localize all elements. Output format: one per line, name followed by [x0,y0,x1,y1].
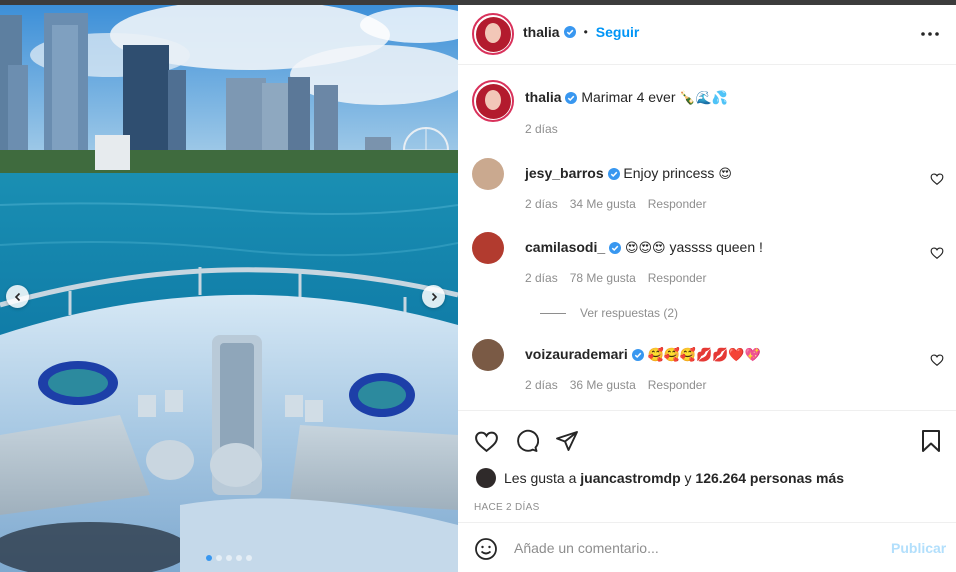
comment-likes[interactable]: 34 Me gusta [570,197,636,211]
comment-time[interactable]: 2 días [525,378,558,392]
likes-count-link[interactable]: 126.264 personas más [695,470,844,486]
like-heart-icon[interactable] [474,429,499,454]
caption-time[interactable]: 2 días [525,122,558,136]
like-comment-heart-icon[interactable] [930,353,944,367]
commenter-avatar[interactable] [472,339,504,371]
carousel-dot [246,555,252,561]
chevron-left-icon [14,292,20,301]
author-avatar[interactable] [472,13,514,55]
carousel-dot [216,555,222,561]
follow-button[interactable]: Seguir [596,24,640,40]
reply-button[interactable]: Responder [648,197,707,211]
verified-badge-icon [607,168,620,181]
comment-username[interactable]: jesy_barros [525,165,604,181]
comment-text: yassss queen ! [669,239,763,255]
comment-time[interactable]: 2 días [525,271,558,285]
save-bookmark-icon[interactable] [920,429,942,453]
carousel-dot [226,555,232,561]
carousel-prev-button[interactable] [6,285,29,308]
verified-badge-icon [563,26,576,38]
comments-list: thalia Marimar 4 ever 🍾🌊💦 2 días jesy_ba… [458,66,956,411]
carousel-indicator [0,555,458,561]
comment-emojis: 😍 [718,166,732,181]
comment-emojis: 😍😍😍 [624,240,666,255]
post-image[interactable] [0,5,458,572]
caption-text: Marimar 4 ever [581,89,676,105]
emoji-smiley-icon[interactable] [474,537,498,561]
share-paper-plane-icon[interactable] [555,429,579,453]
likes-summary: Les gusta a juancastromdp y 126.264 pers… [476,468,844,488]
caption-emojis: 🍾🌊💦 [679,90,728,105]
comment-text: Enjoy princess [623,165,715,181]
comment-likes[interactable]: 78 Me gusta [570,271,636,285]
comment-username[interactable]: voizaurademari [525,346,628,362]
publish-button[interactable]: Publicar [891,540,946,556]
comment-emojis: 🥰🥰🥰💋💋❤️💖 [647,347,761,362]
comment-username[interactable]: camilasodi_ [525,239,605,255]
like-comment-heart-icon[interactable] [930,246,944,260]
commenter-avatar[interactable] [472,158,504,190]
post-details-panel: thalia • Seguir thalia Marimar 4 ever 🍾🌊… [458,5,956,572]
liker-avatar[interactable] [476,468,496,488]
comment-time[interactable]: 2 días [525,197,558,211]
commenter-avatar[interactable] [472,232,504,264]
view-replies-label: Ver respuestas (2) [580,306,679,320]
comment-input[interactable] [514,537,884,559]
verified-badge-icon [609,242,622,255]
caption-avatar[interactable] [472,80,514,122]
comment-bubble-icon[interactable] [515,429,539,453]
comment-composer: Publicar [458,522,956,572]
verified-badge-icon [565,92,578,105]
more-options-icon[interactable] [920,27,940,41]
post-timestamp[interactable]: HACE 2 DÍAS [474,502,540,513]
post-header: thalia • Seguir [458,5,956,65]
header-separator: • [583,25,588,39]
comment-likes[interactable]: 36 Me gusta [570,378,636,392]
carousel-next-button[interactable] [422,285,445,308]
chevron-right-icon [431,292,437,301]
carousel-dot [236,555,242,561]
caption-username[interactable]: thalia [525,89,562,105]
likes-prefix: Les gusta a [504,470,577,486]
liker-username[interactable]: juancastromdp [580,470,680,486]
post-actions: Les gusta a juancastromdp y 126.264 pers… [458,410,956,522]
reply-button[interactable]: Responder [648,271,707,285]
view-replies-button[interactable]: Ver respuestas (2) [540,306,678,320]
verified-badge-icon [631,349,644,362]
carousel-dot [206,555,212,561]
reply-button[interactable]: Responder [648,378,707,392]
yacht-bow-photo [0,5,458,572]
like-comment-heart-icon[interactable] [930,172,944,186]
author-username[interactable]: thalia [523,24,560,40]
likes-connector: y [684,470,692,486]
